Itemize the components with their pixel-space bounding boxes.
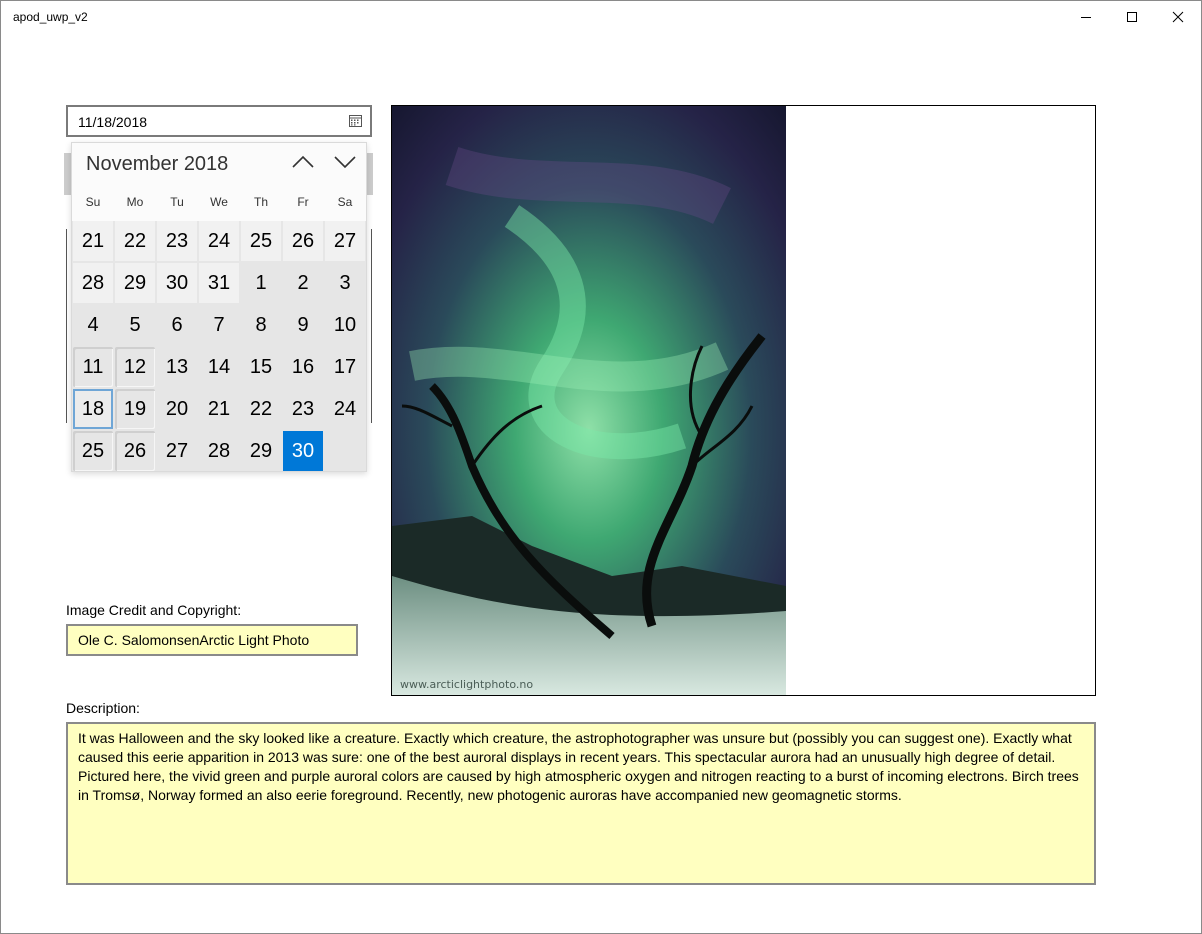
calendar-day[interactable]: 6 — [157, 305, 197, 345]
calendar-day[interactable]: 21 — [199, 389, 239, 429]
calendar-day[interactable]: 11 — [73, 347, 113, 387]
calendar-day[interactable]: 24 — [199, 221, 239, 261]
description-text: It was Halloween and the sky looked like… — [78, 730, 1079, 803]
calendar-day[interactable]: 28 — [199, 431, 239, 471]
calendar-day[interactable]: 15 — [241, 347, 281, 387]
chevron-down-icon — [334, 155, 356, 174]
calendar-day[interactable]: 7 — [199, 305, 239, 345]
credit-label: Image Credit and Copyright: — [66, 602, 242, 618]
calendar-day[interactable]: 20 — [157, 389, 197, 429]
calendar-day[interactable]: 31 — [199, 263, 239, 303]
apod-image-frame: www.arcticlightphoto.no — [391, 105, 1096, 696]
background-frame-edge — [371, 229, 372, 423]
calendar-day[interactable]: 2 — [283, 263, 323, 303]
calendar-day[interactable]: 23 — [283, 389, 323, 429]
calendar-day[interactable]: 22 — [241, 389, 281, 429]
maximize-icon — [1126, 11, 1138, 23]
calendar-day[interactable]: 28 — [73, 263, 113, 303]
weekday-header: We — [210, 195, 228, 209]
calendar-day[interactable]: 23 — [157, 221, 197, 261]
calendar-day[interactable]: 12 — [115, 347, 155, 387]
calendar-header: November 2018 Su Mo Tu We Th Fr Sa — [72, 143, 366, 221]
calendar-day[interactable]: 24 — [325, 389, 365, 429]
weekday-header: Mo — [126, 195, 144, 209]
weekday-header: Sa — [337, 195, 353, 209]
window-title: apod_uwp_v2 — [13, 10, 88, 24]
calendar-day[interactable]: 25 — [241, 221, 281, 261]
credit-field[interactable]: Ole C. SalomonsenArctic Light Photo — [66, 624, 358, 656]
close-button[interactable] — [1155, 1, 1201, 33]
calendar-day[interactable]: 8 — [241, 305, 281, 345]
calendar-day[interactable]: 22 — [115, 221, 155, 261]
calendar-day[interactable]: 4 — [73, 305, 113, 345]
calendar-day[interactable]: 14 — [199, 347, 239, 387]
background-control-edge — [366, 153, 373, 195]
calendar-day[interactable]: 18 — [73, 389, 113, 429]
weekday-header: Th — [253, 195, 268, 209]
calendar-day[interactable]: 5 — [115, 305, 155, 345]
calendar-day[interactable]: 29 — [241, 431, 281, 471]
calendar-day[interactable]: 27 — [325, 221, 365, 261]
next-month-button[interactable] — [328, 153, 362, 175]
calendar-day[interactable]: 30 — [283, 431, 323, 471]
app-window: apod_uwp_v2 11/18/2018 November 2018 Su … — [0, 0, 1202, 934]
calendar-day[interactable]: 27 — [157, 431, 197, 471]
weekday-header: Tu — [170, 195, 184, 209]
calendar-day[interactable]: 19 — [115, 389, 155, 429]
apod-image: www.arcticlightphoto.no — [392, 106, 786, 695]
calendar-day[interactable]: 1 — [241, 263, 281, 303]
description-label: Description: — [66, 700, 140, 716]
calendar-day[interactable]: 16 — [283, 347, 323, 387]
close-icon — [1172, 11, 1184, 23]
description-field[interactable]: It was Halloween and the sky looked like… — [66, 722, 1096, 885]
date-value: 11/18/2018 — [78, 114, 148, 130]
calendar-month-title[interactable]: November 2018 — [86, 153, 228, 176]
calendar-day[interactable]: 10 — [325, 305, 365, 345]
calendar-flyout[interactable]: November 2018 Su Mo Tu We Th Fr Sa 21 22 23 24 25 2… — [71, 142, 367, 472]
calendar-day[interactable]: 13 — [157, 347, 197, 387]
image-watermark: www.arcticlightphoto.no — [400, 678, 534, 691]
date-picker-input[interactable]: 11/18/2018 — [66, 105, 372, 137]
calendar-day[interactable]: 21 — [73, 221, 113, 261]
calendar-day[interactable]: 26 — [115, 431, 155, 471]
chevron-up-icon — [292, 155, 314, 174]
maximize-button[interactable] — [1109, 1, 1155, 33]
calendar-day[interactable]: 29 — [115, 263, 155, 303]
minimize-button[interactable] — [1063, 1, 1109, 33]
calendar-day[interactable]: 3 — [325, 263, 365, 303]
calendar-day[interactable]: 30 — [157, 263, 197, 303]
credit-value: Ole C. SalomonsenArctic Light Photo — [78, 632, 310, 648]
calendar-day[interactable]: 17 — [325, 347, 365, 387]
weekday-header: Su — [85, 195, 101, 209]
calendar-day[interactable]: 26 — [283, 221, 323, 261]
calendar-day[interactable]: 9 — [283, 305, 323, 345]
minimize-icon — [1080, 11, 1092, 23]
background-frame-edge — [66, 229, 67, 423]
weekday-header: Fr — [297, 195, 309, 209]
calendar-icon[interactable] — [349, 114, 362, 132]
previous-month-button[interactable] — [286, 153, 320, 175]
calendar-day[interactable]: 25 — [73, 431, 113, 471]
title-bar[interactable]: apod_uwp_v2 — [1, 1, 1201, 33]
